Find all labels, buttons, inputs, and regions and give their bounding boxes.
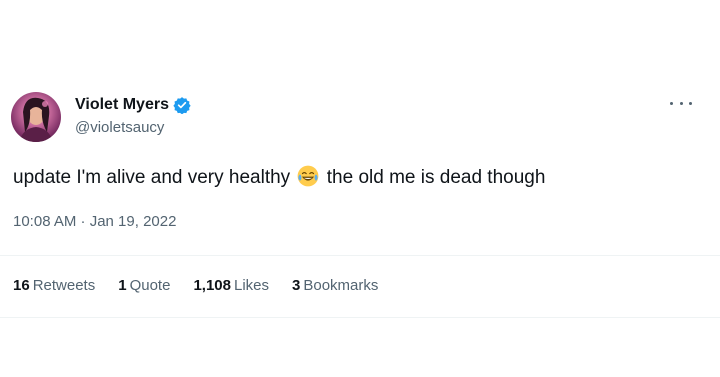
divider: [0, 255, 720, 256]
author-handle[interactable]: @violetsaucy: [75, 119, 191, 136]
stat-likes[interactable]: 1,108 Likes: [193, 277, 269, 294]
stat-retweets[interactable]: 16 Retweets: [13, 277, 95, 294]
stat-count: 1: [118, 277, 127, 294]
engagement-stats: 16 Retweets 1 Quote 1,108 Likes 3 Bookmarks: [13, 277, 401, 294]
stat-label: Quote: [129, 277, 171, 294]
author-block: Violet Myers @violetsaucy: [75, 95, 191, 136]
face-with-tears-of-joy-icon: [297, 165, 319, 187]
tweet-card: Violet Myers @violetsaucy update I'm ali…: [0, 0, 720, 377]
verified-badge-icon: [173, 96, 191, 115]
avatar[interactable]: [11, 92, 61, 142]
tweet-text-part-1: update I'm alive and very healthy: [13, 167, 291, 188]
author-name-row: Violet Myers: [75, 95, 191, 115]
more-options-icon[interactable]: [670, 96, 692, 110]
tweet-timestamp[interactable]: 10:08 AM · Jan 19, 2022: [13, 213, 176, 230]
stat-bookmarks[interactable]: 3 Bookmarks: [292, 277, 378, 294]
stat-count: 1,108: [193, 277, 231, 294]
tweet-text-part-2: the old me is dead though: [326, 167, 546, 188]
stat-count: 16: [13, 277, 30, 294]
author-name[interactable]: Violet Myers: [75, 96, 169, 114]
stat-label: Likes: [233, 277, 270, 294]
tweet-text: update I'm alive and very healthy the ol…: [13, 165, 545, 189]
divider: [0, 317, 720, 318]
stat-label: Bookmarks: [303, 277, 379, 294]
stat-quotes[interactable]: 1 Quote: [118, 277, 170, 294]
stat-label: Retweets: [32, 277, 96, 294]
stat-count: 3: [292, 277, 301, 294]
